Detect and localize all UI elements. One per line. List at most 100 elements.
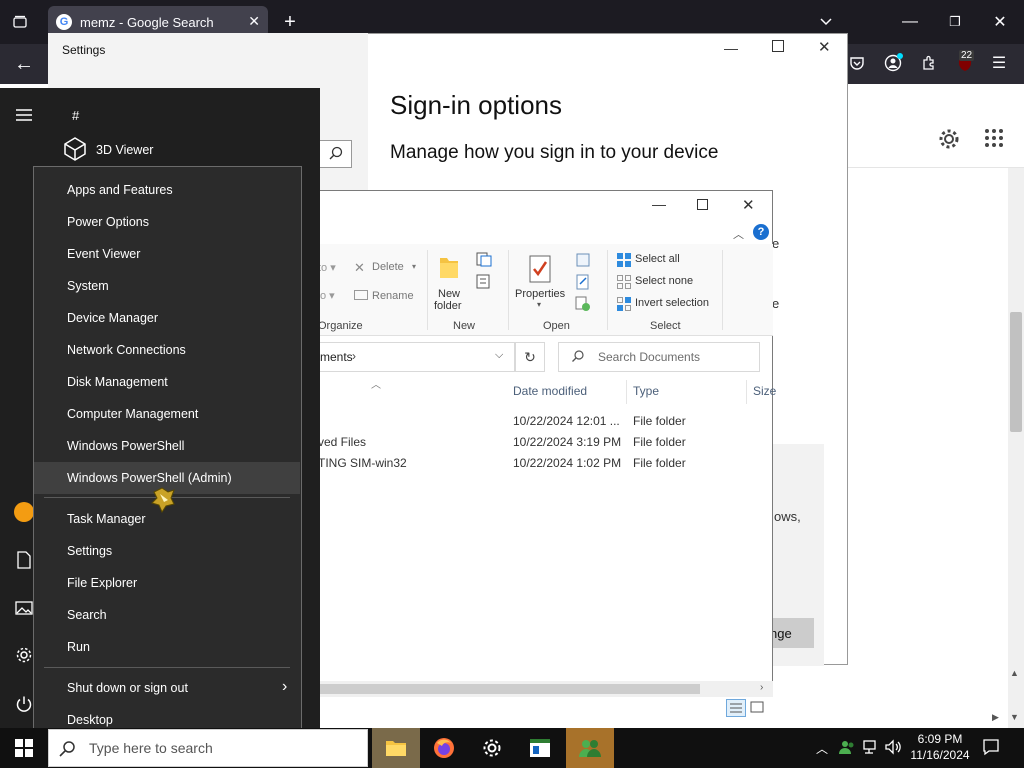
taskbar-app-window[interactable]: [516, 728, 564, 768]
rename-button[interactable]: Rename: [372, 290, 414, 302]
ribbon-collapse-icon[interactable]: ︿: [733, 226, 744, 242]
tray-overflow-icon[interactable]: ︿: [816, 740, 828, 757]
browser-scroll-thumb[interactable]: [1010, 312, 1022, 432]
explorer-hscroll-thumb[interactable]: [318, 684, 700, 694]
tab-list-icon[interactable]: [8, 10, 32, 34]
column-divider[interactable]: [626, 380, 627, 404]
search-icon: [328, 145, 346, 163]
pocket-icon[interactable]: [846, 52, 868, 74]
open-icon[interactable]: [575, 252, 591, 268]
invert-selection-icon: [616, 296, 632, 312]
browser-restore-icon[interactable]: ❐: [943, 10, 967, 34]
properties-dropdown-icon[interactable]: ▾: [537, 300, 541, 309]
taskbar-settings[interactable]: [468, 728, 516, 768]
table-row[interactable]: 10/22/2024 12:01 ... File folder: [318, 414, 768, 434]
address-dropdown-icon[interactable]: ⌵: [495, 349, 503, 362]
delete-dropdown-icon[interactable]: ▾: [412, 262, 416, 271]
browser-close-icon[interactable]: ✕: [988, 10, 1012, 34]
column-divider[interactable]: [746, 380, 747, 404]
table-row[interactable]: ved Files 10/22/2024 3:19 PM File folder: [318, 435, 768, 455]
large-icons-view-icon[interactable]: [749, 700, 767, 716]
taskbar-file-explorer[interactable]: [372, 728, 420, 768]
taskbar-search-icon: [58, 740, 76, 758]
easy-access-icon[interactable]: [476, 274, 496, 290]
column-header-size[interactable]: Size: [753, 384, 776, 398]
delete-button[interactable]: Delete: [372, 261, 404, 273]
taskbar-app-active[interactable]: [566, 728, 614, 768]
edit-icon[interactable]: [575, 274, 591, 290]
user-avatar[interactable]: [14, 502, 34, 522]
explorer-maximize-icon[interactable]: [697, 199, 708, 210]
hamburger-icon[interactable]: [14, 106, 36, 126]
window-app-icon: [530, 739, 550, 757]
history-icon[interactable]: [575, 296, 591, 312]
table-row[interactable]: TING SIM-win32 10/22/2024 1:02 PM File f…: [318, 456, 768, 476]
chevron-down-icon[interactable]: [814, 10, 838, 34]
column-header-date[interactable]: Date modified: [513, 384, 587, 398]
clock-time: 6:09 PM: [917, 732, 963, 746]
refresh-icon[interactable]: ↻: [515, 342, 545, 372]
tray-people-icon[interactable]: [838, 738, 856, 756]
menu-item-apps-and-features[interactable]: Apps and Features: [34, 174, 300, 206]
tray-clock[interactable]: 6:09 PM 11/16/2024: [900, 731, 980, 763]
scroll-up-arrow-icon[interactable]: ▲: [1010, 668, 1019, 678]
new-item-icon[interactable]: [476, 252, 496, 268]
settings-close-icon[interactable]: ✕: [818, 38, 831, 56]
ribbon-partial-to: to ▾: [318, 262, 336, 274]
gear-icon[interactable]: [936, 126, 962, 152]
browser-minimize-icon[interactable]: —: [898, 10, 922, 34]
menu-item-device-manager[interactable]: Device Manager: [34, 302, 300, 334]
column-header-type[interactable]: Type: [633, 384, 659, 398]
explorer-close-icon[interactable]: ✕: [742, 196, 755, 214]
documents-icon[interactable]: [16, 551, 34, 569]
menu-item-search[interactable]: Search: [34, 599, 300, 631]
properties-button[interactable]: Properties: [515, 288, 565, 300]
menu-item-run[interactable]: Run: [34, 631, 300, 663]
explorer-minimize-icon[interactable]: —: [652, 196, 666, 212]
settings-change-button[interactable]: nge: [770, 618, 814, 648]
select-none-button[interactable]: Select none: [635, 275, 693, 287]
sort-up-icon: ︿: [371, 380, 381, 391]
menu-item-shut-down[interactable]: Shut down or sign out: [34, 672, 300, 704]
menu-icon[interactable]: ☰: [988, 52, 1010, 74]
hscroll-right-arrow-icon[interactable]: ▶: [992, 712, 999, 723]
apps-grid-icon[interactable]: [984, 128, 1006, 150]
menu-item-settings[interactable]: Settings: [34, 535, 300, 567]
close-tab-icon[interactable]: ✕: [248, 13, 260, 30]
taskbar-search-input[interactable]: Type here to search: [48, 729, 368, 767]
scroll-down-arrow-icon[interactable]: ▼: [1010, 712, 1019, 722]
menu-item-power-options[interactable]: Power Options: [34, 206, 300, 238]
extensions-icon[interactable]: [918, 52, 940, 74]
file-type: File folder: [633, 435, 686, 449]
menu-item-network-connections[interactable]: Network Connections: [34, 334, 300, 366]
select-all-button[interactable]: Select all: [635, 253, 680, 265]
network-icon[interactable]: [862, 739, 880, 755]
ribbon-group-select: Select: [650, 320, 681, 332]
browser-scrollbar[interactable]: [1008, 168, 1024, 728]
help-icon[interactable]: ?: [753, 224, 769, 240]
action-center-icon[interactable]: [982, 738, 1002, 756]
menu-item-system[interactable]: System: [34, 270, 300, 302]
pictures-icon[interactable]: [15, 600, 33, 616]
power-icon[interactable]: [15, 695, 33, 713]
new-tab-icon[interactable]: +: [278, 10, 302, 34]
menu-item-windows-powershell[interactable]: Windows PowerShell: [34, 430, 300, 462]
breadcrumb[interactable]: ments: [320, 350, 353, 364]
menu-item-disk-management[interactable]: Disk Management: [34, 366, 300, 398]
settings-maximize-icon[interactable]: [772, 40, 784, 52]
menu-item-file-explorer[interactable]: File Explorer: [34, 567, 300, 599]
new-folder-label-2[interactable]: folder: [434, 300, 462, 312]
menu-item-computer-management[interactable]: Computer Management: [34, 398, 300, 430]
invert-selection-button[interactable]: Invert selection: [635, 297, 709, 309]
back-icon[interactable]: ←: [12, 52, 36, 76]
app-3d-viewer[interactable]: 3D Viewer: [96, 143, 153, 157]
settings-gear-icon[interactable]: [15, 646, 33, 664]
hscroll-right-icon[interactable]: ›: [760, 682, 763, 693]
details-view-icon[interactable]: [726, 699, 746, 717]
windows-start-icon[interactable]: [14, 738, 34, 758]
new-folder-label-1[interactable]: New: [438, 288, 460, 300]
menu-item-event-viewer[interactable]: Event Viewer: [34, 238, 300, 270]
app-section-header[interactable]: #: [72, 108, 79, 123]
settings-minimize-icon[interactable]: —: [724, 40, 738, 56]
taskbar-firefox[interactable]: [420, 728, 468, 768]
